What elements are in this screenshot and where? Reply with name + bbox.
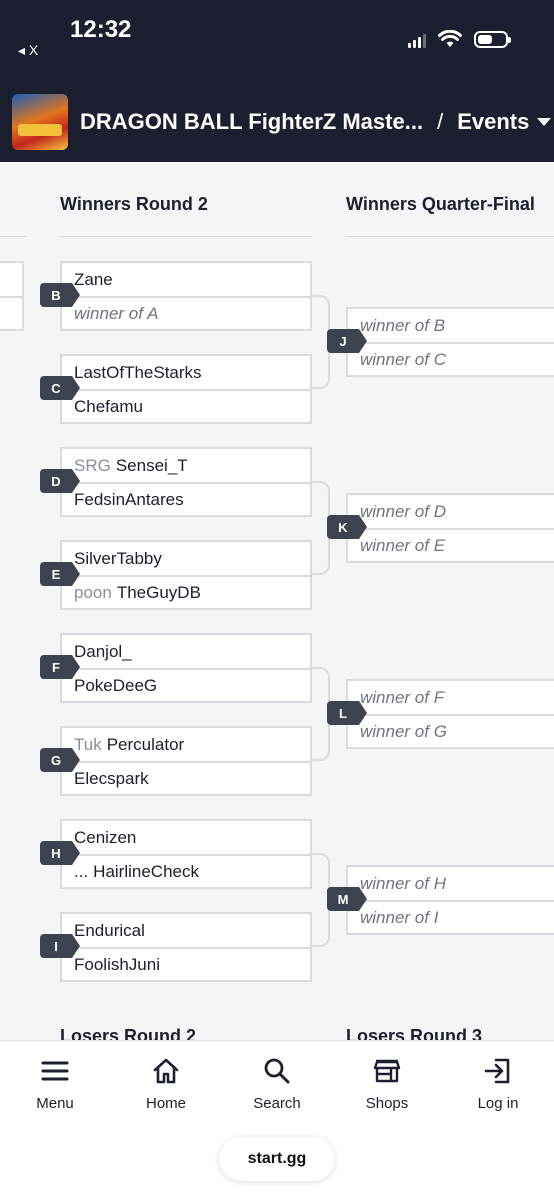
bracket-set-h[interactable]: Cenizen ... HairlineCheck [60, 819, 312, 889]
set-badge-j: J [327, 329, 367, 353]
app-header: 12:32 ◂ X DRAGON BALL FighterZ Maste... … [0, 0, 554, 162]
round-title-losers-round-2: Losers Round 2 [60, 1026, 197, 1040]
set-badge-m: M [327, 887, 367, 911]
set-entrant[interactable]: PokeDeeG [62, 668, 310, 701]
bracket-set-b[interactable]: Zane winner of A [60, 261, 312, 331]
bracket-set-c[interactable]: LastOfTheStarks Chefamu [60, 354, 312, 424]
status-icons [408, 30, 511, 48]
tab-menu[interactable]: Menu [10, 1055, 100, 1112]
bracket-set-l[interactable]: winner of F winner of G [346, 679, 554, 749]
bracket-view[interactable]: Winners Round 2 Winners Quarter-Final Za… [0, 162, 554, 1040]
set-entrant-placeholder: winner of A [62, 296, 310, 329]
shop-icon [373, 1059, 401, 1083]
set-badge-e: E [40, 562, 80, 586]
back-to-app-link[interactable]: ◂ X [18, 42, 38, 59]
bracket-set-m[interactable]: winner of H winner of I [346, 865, 554, 935]
menu-icon [41, 1061, 69, 1081]
bottom-tab-bar: Menu Home Search Shops Log in start.gg [0, 1040, 554, 1200]
tab-search[interactable]: Search [232, 1055, 322, 1112]
wifi-icon [438, 30, 462, 47]
tab-label: Log in [477, 1095, 519, 1112]
set-badge-k: K [327, 515, 367, 539]
tab-home[interactable]: Home [121, 1055, 211, 1112]
set-entrant[interactable]: Danjol_ [62, 635, 310, 668]
login-icon [484, 1058, 510, 1084]
set-entrant[interactable]: SilverTabby [62, 542, 310, 575]
set-entrant[interactable]: Chefamu [62, 389, 310, 422]
tab-log-in[interactable]: Log in [453, 1055, 543, 1112]
set-badge-c: C [40, 376, 80, 400]
round-divider [0, 236, 26, 237]
round-title-losers-round-3: Losers Round 3 [346, 1026, 483, 1040]
set-entrant-placeholder: winner of G [348, 714, 554, 747]
events-label: Events [457, 109, 530, 134]
set-entrant-placeholder: winner of C [348, 342, 554, 375]
round-title-winners-quarter-final: Winners Quarter-Final [346, 194, 535, 214]
set-entrant[interactable]: ... HairlineCheck [62, 854, 310, 887]
set-badge-b: B [40, 283, 80, 307]
set-entrant-placeholder: winner of H [360, 873, 446, 893]
tournament-title[interactable]: DRAGON BALL FighterZ Maste... [80, 109, 423, 135]
set-entrant[interactable]: Tuk Perculator [62, 728, 310, 761]
set-entrant[interactable]: FoolishJuni [62, 947, 310, 980]
set-entrant-placeholder: winner of F [360, 687, 445, 707]
set-entrant-placeholder: winner of B [360, 315, 446, 335]
cellular-signal-icon [408, 32, 426, 48]
set-entrant-placeholder: winner of I [348, 900, 554, 933]
bracket-set-i[interactable]: Endurical FoolishJuni [60, 912, 312, 982]
home-icon [153, 1058, 179, 1084]
set-badge-d: D [40, 469, 80, 493]
tab-label: Search [253, 1095, 301, 1112]
set-entrant[interactable]: SRG Sensei_T [62, 449, 310, 482]
round-title-winners-round-2: Winners Round 2 [60, 194, 208, 214]
tournament-logo[interactable] [12, 94, 68, 150]
bracket-set-g[interactable]: Tuk Perculator Elecspark [60, 726, 312, 796]
bracket-set-e[interactable]: SilverTabby poon TheGuyDB [60, 540, 312, 610]
set-entrant[interactable]: Zane [62, 263, 310, 296]
set-badge-h: H [40, 841, 80, 865]
set-entrant[interactable]: LastOfTheStarks [62, 356, 310, 389]
battery-icon [474, 31, 511, 48]
set-badge-f: F [40, 655, 80, 679]
previous-round-set[interactable] [0, 261, 24, 331]
set-badge-i: I [40, 934, 80, 958]
caret-down-icon [537, 118, 552, 126]
set-entrant[interactable]: Elecspark [62, 761, 310, 794]
bracket-set-k[interactable]: winner of D winner of E [346, 493, 554, 563]
tab-label: Shops [365, 1095, 409, 1112]
set-badge-g: G [40, 748, 80, 772]
browser-url-pill[interactable]: start.gg [219, 1137, 335, 1181]
round-divider [346, 236, 554, 237]
set-badge-l: L [327, 701, 367, 725]
breadcrumb-separator: / [437, 109, 444, 134]
set-entrant[interactable]: Endurical [62, 914, 310, 947]
set-entrant-placeholder: winner of E [348, 528, 554, 561]
tab-label: Menu [36, 1095, 74, 1112]
bracket-set-f[interactable]: Danjol_ PokeDeeG [60, 633, 312, 703]
search-icon [264, 1058, 290, 1084]
tab-label: Home [145, 1095, 186, 1112]
set-entrant[interactable]: Cenizen [62, 821, 310, 854]
tab-shops[interactable]: Shops [342, 1055, 432, 1112]
set-entrant[interactable]: poon TheGuyDB [62, 575, 310, 608]
set-entrant-placeholder: winner of D [360, 501, 446, 521]
bracket-set-j[interactable]: winner of B winner of C [346, 307, 554, 377]
bracket-set-d[interactable]: SRG Sensei_T FedsinAntares [60, 447, 312, 517]
status-time: 12:32 [70, 16, 132, 43]
round-divider [60, 236, 312, 237]
set-entrant[interactable]: FedsinAntares [62, 482, 310, 515]
events-dropdown[interactable]: Events [457, 109, 552, 135]
